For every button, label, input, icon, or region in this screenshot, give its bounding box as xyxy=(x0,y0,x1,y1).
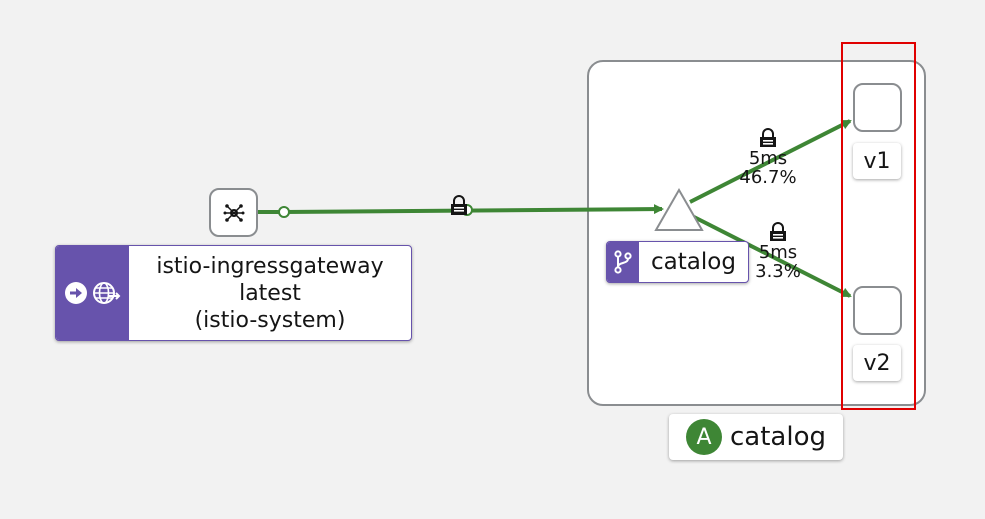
cluster-icon xyxy=(223,203,244,222)
lock-icon xyxy=(760,128,776,147)
app-name: catalog xyxy=(730,422,826,452)
edge-percent-v2: 3.3% xyxy=(755,261,801,282)
app-label-card[interactable]: A catalog xyxy=(669,414,843,460)
edge-source-dot xyxy=(278,206,290,218)
service-badge xyxy=(607,242,639,282)
service-node-triangle[interactable] xyxy=(654,187,704,231)
arrow-circle-right-icon xyxy=(64,282,87,304)
edge-latency-v2: 5ms xyxy=(758,242,798,263)
gateway-namespace: (istio-system) xyxy=(194,307,346,333)
edge-label-v1: 5ms 46.7% xyxy=(728,128,808,187)
lock-icon xyxy=(451,195,467,215)
lock-icon xyxy=(770,222,786,241)
highlight-box xyxy=(841,42,916,410)
service-label-card[interactable]: catalog xyxy=(606,241,749,283)
gateway-node[interactable] xyxy=(209,188,258,237)
gateway-badge xyxy=(56,246,129,340)
edge-gateway-to-service[interactable] xyxy=(283,204,664,215)
gateway-label-card[interactable]: istio-ingressgateway latest (istio-syste… xyxy=(55,245,412,341)
globe-route-icon xyxy=(92,282,120,304)
edge-label-v2: 5ms 3.3% xyxy=(738,222,818,281)
graph-canvas: istio-ingressgateway latest (istio-syste… xyxy=(0,0,985,519)
service-name: catalog xyxy=(651,249,736,275)
edge-latency-v1: 5ms xyxy=(748,148,788,169)
edge-percent-v1: 46.7% xyxy=(739,167,797,188)
app-badge: A xyxy=(686,419,722,455)
gateway-version: latest xyxy=(239,280,301,306)
code-branch-icon xyxy=(614,250,632,274)
gateway-name: istio-ingressgateway xyxy=(156,253,384,279)
gateway-label-text: istio-ingressgateway latest (istio-syste… xyxy=(129,246,411,340)
